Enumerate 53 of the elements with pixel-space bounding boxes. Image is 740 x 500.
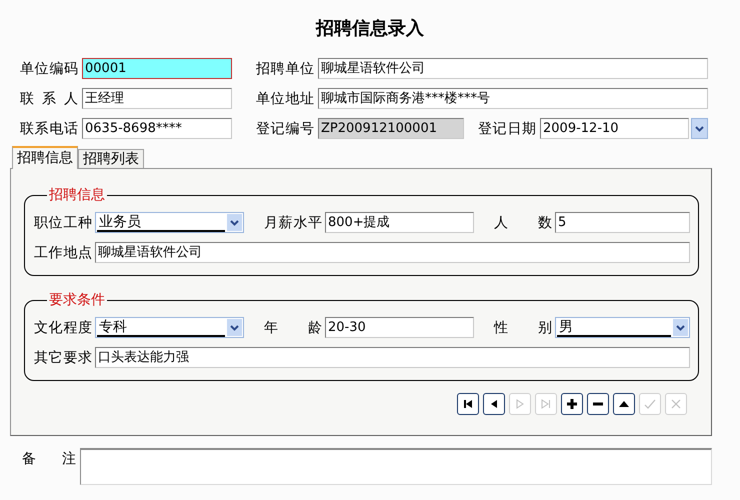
chevron-down-icon xyxy=(676,324,685,330)
field-label: 其它要求 xyxy=(34,348,92,366)
field-label: 备 注 xyxy=(22,450,76,468)
input-field[interactable]: 5 xyxy=(555,212,690,233)
navigator-button[interactable] xyxy=(587,393,609,415)
combo-box[interactable]: 男 xyxy=(555,317,690,338)
input-field[interactable]: 聊城星语软件公司 xyxy=(318,58,708,79)
tab[interactable]: 招聘信息 xyxy=(12,146,78,169)
input-field[interactable]: 聊城星语软件公司 xyxy=(95,242,690,263)
last-record-icon xyxy=(540,398,552,410)
navigator-button[interactable] xyxy=(561,393,583,415)
field-label: 单位编码 xyxy=(20,60,78,78)
field-label: 登记日期 xyxy=(478,120,536,138)
dropdown-button[interactable] xyxy=(691,118,708,139)
input-field[interactable]: 00001 xyxy=(82,58,232,79)
input-field[interactable]: 口头表达能力强 xyxy=(95,347,690,368)
field-label: 月薪水平 xyxy=(264,214,322,232)
check-icon xyxy=(644,398,656,410)
field-label: 文化程度 xyxy=(34,318,92,336)
chevron-down-icon xyxy=(230,324,239,330)
field-label: 职位工种 xyxy=(34,214,92,232)
date-field[interactable]: 2009-12-10 xyxy=(540,118,689,139)
input-field[interactable]: 800+提成 xyxy=(325,212,474,233)
field-label: 人 数 xyxy=(494,214,552,232)
form-title: 招聘信息录入 xyxy=(314,17,425,41)
combo-box[interactable]: 专科 xyxy=(95,317,244,338)
first-record-icon xyxy=(462,398,474,410)
chevron-down-icon xyxy=(230,220,239,226)
field-label: 联 系 人 xyxy=(20,90,78,108)
field-label: 单位地址 xyxy=(256,90,314,108)
chevron-down-icon xyxy=(695,126,704,132)
input-field[interactable]: ZP200912100001 xyxy=(318,118,464,139)
field-label: 登记编号 xyxy=(256,120,314,138)
combo-box[interactable]: 业务员 xyxy=(95,212,244,233)
field-label: 招聘单位 xyxy=(256,60,314,78)
field-label: 联系电话 xyxy=(20,120,78,138)
plus-icon xyxy=(566,398,578,410)
field-label: 性 别 xyxy=(494,318,552,336)
next-record-icon xyxy=(514,398,526,410)
input-field[interactable]: 0635-8698**** xyxy=(82,118,232,139)
cross-icon xyxy=(670,398,682,410)
input-field[interactable]: 20-30 xyxy=(325,317,474,338)
navigator-button[interactable] xyxy=(613,393,635,415)
memo-field[interactable] xyxy=(80,448,712,485)
field-label: 工作地点 xyxy=(34,244,92,262)
input-field[interactable]: 聊城市国际商务港***楼***号 xyxy=(318,88,708,109)
group-title: 要求条件 xyxy=(47,292,107,308)
group-title: 招聘信息 xyxy=(47,187,107,203)
navigator-button[interactable] xyxy=(457,393,479,415)
input-field[interactable]: 王经理 xyxy=(82,88,232,109)
navigator-button[interactable] xyxy=(483,393,505,415)
field-label: 年 龄 xyxy=(264,318,322,336)
tab[interactable]: 招聘列表 xyxy=(78,149,144,168)
